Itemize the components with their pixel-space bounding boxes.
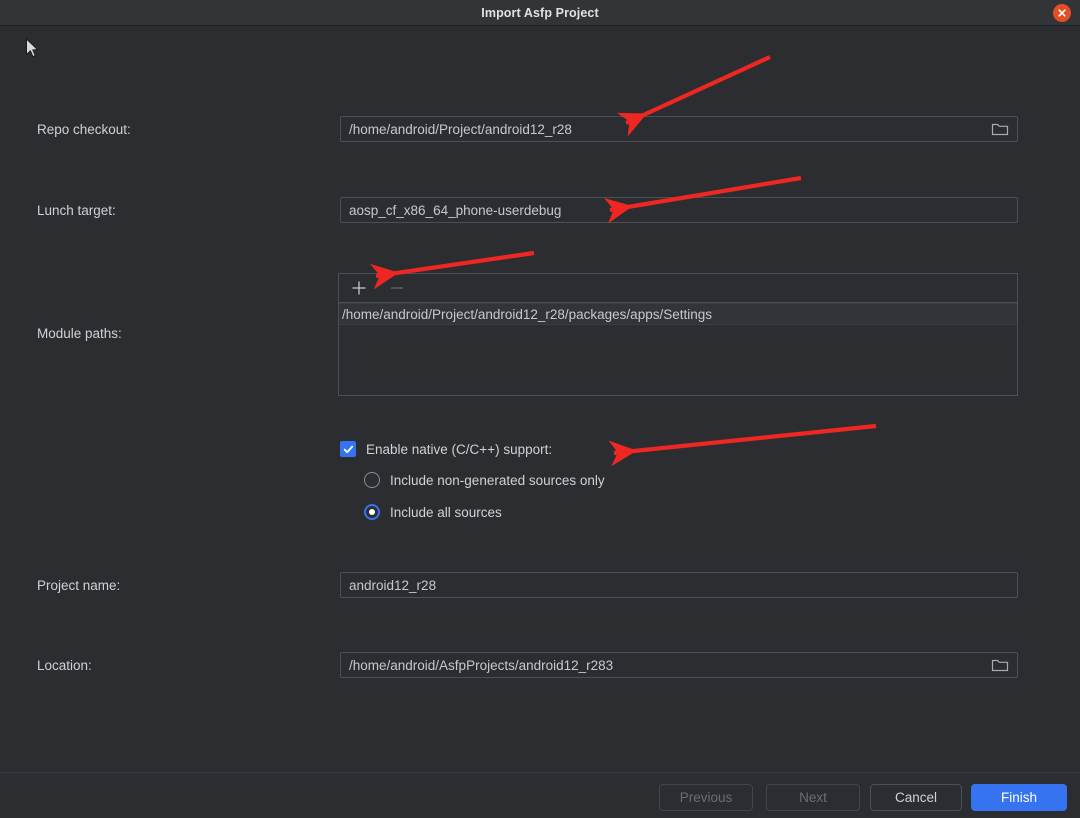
- next-button: Next: [766, 784, 860, 811]
- finish-button[interactable]: Finish: [971, 784, 1067, 811]
- lunch-target-value: aosp_cf_x86_64_phone-userdebug: [349, 202, 562, 218]
- close-icon[interactable]: [1053, 4, 1071, 22]
- module-paths-list[interactable]: /home/android/Project/android12_r28/pack…: [338, 302, 1018, 396]
- location-input[interactable]: /home/android/AsfpProjects/android12_r28…: [340, 652, 1018, 678]
- window-title: Import Asfp Project: [481, 5, 599, 20]
- radio-all-sources-button[interactable]: [364, 504, 380, 520]
- location-value: /home/android/AsfpProjects/android12_r28…: [349, 657, 614, 673]
- import-asfp-project-dialog: Import Asfp Project Repo checkout: /home…: [0, 0, 1080, 818]
- folder-icon[interactable]: [991, 121, 1009, 137]
- project-name-label: Project name:: [37, 578, 121, 593]
- add-module-path-button[interactable]: [347, 276, 371, 300]
- lunch-target-input[interactable]: aosp_cf_x86_64_phone-userdebug: [340, 197, 1018, 223]
- module-paths-toolbar: [338, 273, 1018, 302]
- radio-all-sources[interactable]: Include all sources: [364, 504, 502, 520]
- repo-checkout-label: Repo checkout:: [37, 122, 131, 137]
- previous-button: Previous: [659, 784, 753, 811]
- titlebar: Import Asfp Project: [0, 0, 1080, 26]
- enable-native-support-checkbox[interactable]: [340, 441, 356, 457]
- module-paths-label: Module paths:: [37, 326, 122, 341]
- radio-non-generated-sources-label: Include non-generated sources only: [390, 472, 605, 488]
- cancel-button[interactable]: Cancel: [870, 784, 962, 811]
- radio-non-generated-sources-button[interactable]: [364, 472, 380, 488]
- project-name-input[interactable]: android12_r28: [340, 572, 1018, 598]
- radio-non-generated-sources[interactable]: Include non-generated sources only: [364, 472, 605, 488]
- repo-checkout-value: /home/android/Project/android12_r28: [349, 121, 572, 137]
- dialog-content: Repo checkout: /home/android/Project/and…: [0, 26, 1080, 772]
- enable-native-support-label: Enable native (C/C++) support:: [366, 441, 553, 457]
- project-name-value: android12_r28: [349, 577, 437, 593]
- remove-module-path-button: [385, 276, 409, 300]
- enable-native-support-row[interactable]: Enable native (C/C++) support:: [340, 441, 552, 457]
- mouse-cursor: [26, 38, 39, 58]
- dialog-footer: Previous Next Cancel Finish: [0, 772, 1080, 818]
- location-label: Location:: [37, 658, 92, 673]
- list-item[interactable]: /home/android/Project/android12_r28/pack…: [339, 303, 1017, 325]
- folder-icon[interactable]: [991, 657, 1009, 673]
- repo-checkout-input[interactable]: /home/android/Project/android12_r28: [340, 116, 1018, 142]
- lunch-target-label: Lunch target:: [37, 203, 116, 218]
- radio-all-sources-label: Include all sources: [390, 504, 502, 520]
